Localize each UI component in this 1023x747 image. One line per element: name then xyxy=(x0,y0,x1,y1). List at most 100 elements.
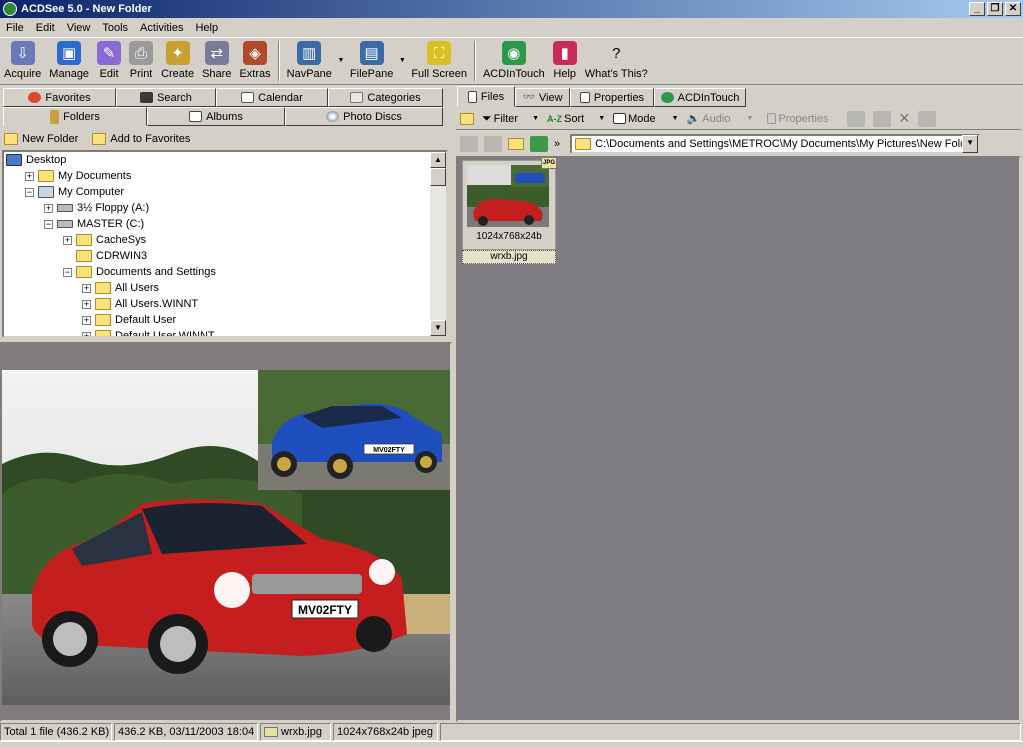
folder-icon xyxy=(95,314,111,326)
delete-icon[interactable]: ✕ xyxy=(899,110,911,127)
help-button[interactable]: ▮ Help xyxy=(549,39,581,83)
menu-file[interactable]: File xyxy=(0,22,30,34)
folder-icon xyxy=(38,170,54,182)
status-file-info: 436.2 KB, 03/11/2003 18:04 xyxy=(114,723,258,741)
tree-node[interactable]: − MASTER (C:) xyxy=(44,216,144,232)
tab-favorites[interactable]: Favorites xyxy=(3,88,116,107)
tree-node[interactable]: + All Users xyxy=(82,280,159,296)
tree-node-label: All Users.WINNT xyxy=(115,298,199,310)
expand-icon[interactable]: + xyxy=(82,283,91,293)
audio-button[interactable]: 🔈 Audio ▼ xyxy=(683,109,758,129)
menu-edit[interactable]: Edit xyxy=(30,22,61,34)
refresh-icon[interactable] xyxy=(530,136,548,152)
forward-icon[interactable] xyxy=(484,136,502,152)
print-button[interactable]: ⎙ Print xyxy=(125,39,157,83)
chevron-down-icon[interactable]: ▼ xyxy=(397,57,407,64)
scroll-up-button[interactable]: ▲ xyxy=(430,152,446,168)
tree-scrollbar[interactable]: ▲ ▼ xyxy=(430,152,446,336)
create-button[interactable]: ✦ Create xyxy=(157,39,198,83)
properties-button[interactable]: Properties xyxy=(763,109,832,129)
share-button[interactable]: ⇄ Share xyxy=(198,39,235,83)
edit-button[interactable]: ✎ Edit xyxy=(93,39,125,83)
tree-node-label: Desktop xyxy=(26,154,67,166)
tree-node[interactable]: Desktop xyxy=(6,152,66,168)
close-button[interactable]: ✕ xyxy=(1005,2,1021,16)
tree-node[interactable]: + My Documents xyxy=(25,168,131,184)
tab-view[interactable]: 👓 View xyxy=(515,88,570,107)
expand-icon[interactable]: + xyxy=(82,331,91,336)
parent-folder-icon[interactable] xyxy=(508,138,524,150)
acdintouch-button[interactable]: ◉ ACDInTouch xyxy=(479,39,549,83)
menu-view[interactable]: View xyxy=(61,22,97,34)
properties-doc-icon xyxy=(767,113,777,124)
move-icon[interactable] xyxy=(872,110,891,127)
tab-acdintouch[interactable]: ACDInTouch xyxy=(654,88,746,107)
new-folder-button[interactable]: New Folder xyxy=(4,133,78,145)
view-glasses-icon: 👓 xyxy=(522,92,535,103)
expand-icon[interactable]: + xyxy=(82,299,91,309)
more-chevron-icon[interactable]: » xyxy=(554,138,560,150)
expand-icon[interactable]: + xyxy=(63,235,72,245)
menu-help[interactable]: Help xyxy=(189,22,224,34)
filter-button[interactable]: ⏷ Filter ▼ xyxy=(478,109,543,129)
tree-node[interactable]: CDRWIN3 xyxy=(63,248,147,264)
tab-properties[interactable]: Properties xyxy=(570,88,654,107)
manage-button[interactable]: ▣ Manage xyxy=(45,39,93,83)
calendar-icon xyxy=(241,92,255,103)
expand-icon[interactable]: + xyxy=(82,315,91,325)
copy-icon[interactable] xyxy=(846,110,865,127)
sort-button[interactable]: A-Z Sort ▼ xyxy=(543,109,609,129)
collapse-icon[interactable]: − xyxy=(44,219,53,229)
computer-icon xyxy=(38,186,54,198)
tab-albums[interactable]: Albums xyxy=(147,107,285,126)
mode-button[interactable]: Mode ▼ xyxy=(609,109,682,129)
collapse-icon[interactable]: − xyxy=(63,267,72,277)
tree-node-label: Default User xyxy=(115,314,177,326)
filepane-button[interactable]: ▤ FilePane xyxy=(346,39,397,83)
address-bar[interactable]: C:\Documents and Settings\METROC\My Docu… xyxy=(570,134,981,154)
rename-icon[interactable] xyxy=(918,110,937,127)
address-dropdown-button[interactable]: ▼ xyxy=(962,135,979,153)
tab-calendar[interactable]: Calendar xyxy=(216,88,328,107)
collapse-icon[interactable]: − xyxy=(25,187,34,197)
expand-icon[interactable]: + xyxy=(44,203,53,213)
acquire-button[interactable]: ⇩ Acquire xyxy=(0,39,45,83)
extras-button[interactable]: ◈ Extras xyxy=(235,39,274,83)
tree-node[interactable]: + Default User.WINNT xyxy=(82,328,215,336)
tab-folders[interactable]: Folders xyxy=(3,107,147,126)
tree-node[interactable]: − My Computer xyxy=(25,184,124,200)
scroll-thumb[interactable] xyxy=(430,168,446,186)
restore-button[interactable]: ❐ xyxy=(987,2,1003,16)
mode-grid-icon xyxy=(613,113,627,124)
chevron-down-icon[interactable]: ▼ xyxy=(336,57,346,64)
menu-bar: File Edit View Tools Activities Help xyxy=(0,18,1023,38)
add-to-favorites-button[interactable]: Add to Favorites xyxy=(92,133,190,145)
navpane-button[interactable]: ▥ NavPane xyxy=(283,39,336,83)
tree-node[interactable]: +3½ Floppy (A:) xyxy=(44,200,149,216)
folder-up-button[interactable] xyxy=(456,109,478,129)
status-total: Total 1 file (436.2 KB) xyxy=(0,723,112,741)
scroll-down-button[interactable]: ▼ xyxy=(430,320,446,336)
tab-search[interactable]: Search xyxy=(116,88,216,107)
expand-icon[interactable]: + xyxy=(25,171,34,181)
tree-node[interactable]: + Default User xyxy=(82,312,176,328)
blue-car-plate: MV02FTY xyxy=(373,447,405,454)
address-path: C:\Documents and Settings\METROC\My Docu… xyxy=(595,138,976,150)
tab-categories[interactable]: Categories xyxy=(328,88,443,107)
tab-files[interactable]: Files xyxy=(457,86,515,107)
folder-tree[interactable]: ▲ ▼ Desktop + My Documents − My Computer +3½ … xyxy=(2,150,448,338)
acquire-icon: ⇩ xyxy=(10,41,35,65)
drive-icon xyxy=(57,204,73,212)
tree-node[interactable]: + All Users.WINNT xyxy=(82,296,198,312)
full-screen-button[interactable]: ⛶ Full Screen xyxy=(407,39,471,83)
back-icon[interactable] xyxy=(460,136,478,152)
tab-photo-discs[interactable]: Photo Discs xyxy=(285,107,443,126)
tree-node[interactable]: + CacheSys xyxy=(63,232,146,248)
tree-node[interactable]: − Documents and Settings xyxy=(63,264,216,280)
menu-activities[interactable]: Activities xyxy=(134,22,189,34)
file-list[interactable]: JPG 1024x768x24b wrxb.jpg xyxy=(456,156,1021,722)
menu-tools[interactable]: Tools xyxy=(96,22,134,34)
what-s-this-button[interactable]: ? What's This? xyxy=(581,39,652,83)
minimize-button[interactable]: _ xyxy=(969,2,985,16)
thumbnail-item[interactable]: JPG 1024x768x24b xyxy=(462,157,557,250)
